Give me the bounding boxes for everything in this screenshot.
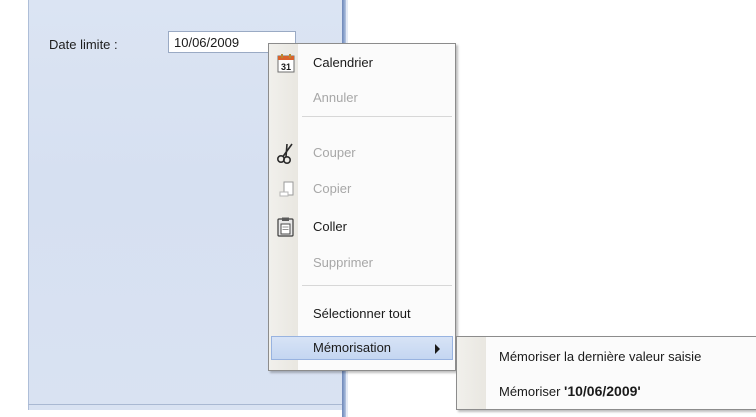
submenu-item-memoriser-derniere-valeur[interactable]: Mémoriser la dernière valeur saisie bbox=[459, 345, 756, 369]
submenu-item-value: '10/06/2009' bbox=[564, 383, 641, 399]
menu-separator bbox=[302, 285, 452, 286]
window: Date limite : 31 Calendrier Annuler bbox=[0, 0, 756, 417]
menu-item-selectionner-tout[interactable]: Sélectionner tout bbox=[271, 302, 453, 326]
submenu-arrow-icon bbox=[435, 344, 440, 354]
menu-item-memorisation[interactable]: Mémorisation bbox=[271, 336, 453, 360]
menu-item-couper[interactable]: Couper bbox=[271, 141, 453, 165]
submenu-item-prefix: Mémoriser bbox=[499, 384, 565, 399]
menu-item-annuler[interactable]: Annuler bbox=[271, 86, 453, 110]
submenu-item-label: Mémoriser la dernière valeur saisie bbox=[499, 349, 702, 364]
menu-item-label: Copier bbox=[313, 181, 352, 196]
menu-item-supprimer[interactable]: Supprimer bbox=[271, 251, 453, 275]
submenu-item-memoriser-date[interactable]: Mémoriser '10/06/2009' bbox=[459, 379, 756, 403]
panel-bottom-border bbox=[28, 404, 342, 405]
calendar-icon: 31 bbox=[275, 52, 297, 74]
submenu-item-label: Mémoriser '10/06/2009' bbox=[499, 383, 641, 399]
memorisation-submenu: Mémoriser la dernière valeur saisie Mémo… bbox=[456, 336, 756, 410]
menu-separator bbox=[302, 116, 452, 117]
menu-item-calendrier[interactable]: 31 Calendrier bbox=[271, 51, 453, 75]
menu-item-label: Calendrier bbox=[313, 55, 373, 70]
menu-item-label: Annuler bbox=[313, 90, 358, 105]
menu-item-label: Supprimer bbox=[313, 255, 373, 270]
calendar-icon-day: 31 bbox=[281, 62, 291, 72]
menu-item-label: Sélectionner tout bbox=[313, 306, 411, 321]
menu-item-label: Coller bbox=[313, 219, 347, 234]
menu-item-copier[interactable]: Copier bbox=[271, 177, 453, 201]
menu-item-label: Couper bbox=[313, 145, 356, 160]
menu-item-label: Mémorisation bbox=[313, 340, 392, 355]
date-limit-label: Date limite : bbox=[49, 37, 118, 52]
copy-icon bbox=[275, 178, 297, 200]
clipboard-icon bbox=[275, 216, 297, 238]
menu-item-coller[interactable]: Coller bbox=[271, 215, 453, 239]
scissors-icon bbox=[275, 142, 297, 165]
context-menu: 31 Calendrier Annuler Couper Copier Coll… bbox=[268, 43, 456, 371]
